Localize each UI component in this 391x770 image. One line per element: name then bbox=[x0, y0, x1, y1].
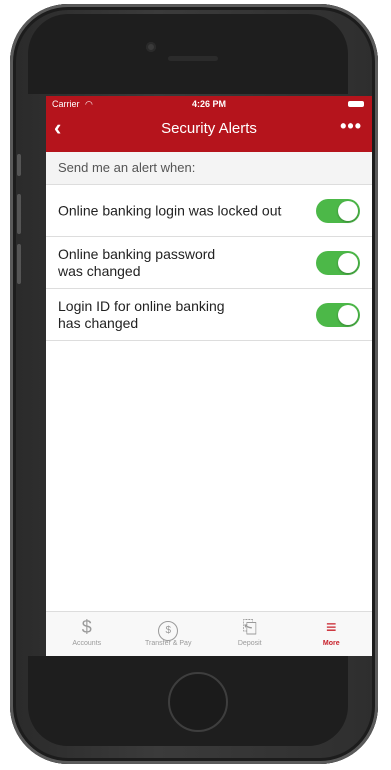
volume-up-button bbox=[17, 194, 21, 234]
alert-label: Online banking login was locked out bbox=[58, 202, 282, 218]
tab-label: More bbox=[322, 640, 340, 647]
status-bar: Carrier ◠ 4:26 PM bbox=[46, 96, 372, 112]
tab-label: Transfer & Pay bbox=[145, 640, 192, 647]
tab-accounts[interactable]: $ Accounts bbox=[46, 612, 128, 656]
battery-icon bbox=[348, 101, 364, 107]
tab-bar: $ Accounts $ Transfer & Pay ⎗ Deposit ≡ … bbox=[46, 611, 372, 656]
tab-transfer-pay[interactable]: $ Transfer & Pay bbox=[128, 612, 210, 656]
dollar-icon: $ bbox=[81, 617, 92, 637]
status-time: 4:26 PM bbox=[191, 99, 226, 109]
phone-screen: Carrier ◠ 4:26 PM ‹ Security Alerts ••• … bbox=[46, 96, 372, 656]
volume-down-button bbox=[17, 244, 21, 284]
ellipsis-icon[interactable]: ••• bbox=[340, 116, 362, 137]
home-button[interactable] bbox=[168, 672, 228, 732]
phone-top-bezel bbox=[28, 14, 348, 94]
toggle-knob bbox=[338, 252, 358, 273]
mute-switch bbox=[17, 154, 21, 176]
tab-more[interactable]: ≡ More bbox=[291, 612, 373, 656]
nav-bar: ‹ Security Alerts ••• bbox=[46, 112, 372, 152]
alert-toggle-locked-out[interactable] bbox=[316, 198, 360, 223]
check-deposit-icon: ⎗ bbox=[242, 617, 257, 637]
alert-label: Login ID for online banking has changed bbox=[58, 297, 225, 331]
alert-toggle-login-id-changed[interactable] bbox=[316, 302, 360, 327]
transfer-icon: $ bbox=[128, 616, 210, 641]
alert-row-password-changed: Online banking password was changed bbox=[46, 237, 372, 289]
tab-label: Deposit bbox=[237, 640, 262, 647]
front-camera bbox=[146, 42, 156, 52]
toggle-knob bbox=[338, 200, 358, 221]
alert-row-locked-out: Online banking login was locked out bbox=[46, 185, 372, 237]
menu-icon: ≡ bbox=[325, 617, 337, 637]
section-header: Send me an alert when: bbox=[46, 152, 372, 185]
alert-label: Online banking password was changed bbox=[58, 245, 216, 279]
alert-row-login-id-changed: Login ID for online banking has changed bbox=[46, 289, 372, 341]
tab-label: Accounts bbox=[72, 640, 102, 647]
tab-deposit[interactable]: ⎗ Deposit bbox=[209, 612, 291, 656]
toggle-knob bbox=[338, 304, 358, 325]
alert-toggle-password-changed[interactable] bbox=[316, 250, 360, 275]
page-title: Security Alerts bbox=[161, 120, 257, 137]
earpiece-speaker bbox=[168, 56, 218, 61]
app-header: Carrier ◠ 4:26 PM ‹ Security Alerts ••• bbox=[46, 96, 372, 152]
